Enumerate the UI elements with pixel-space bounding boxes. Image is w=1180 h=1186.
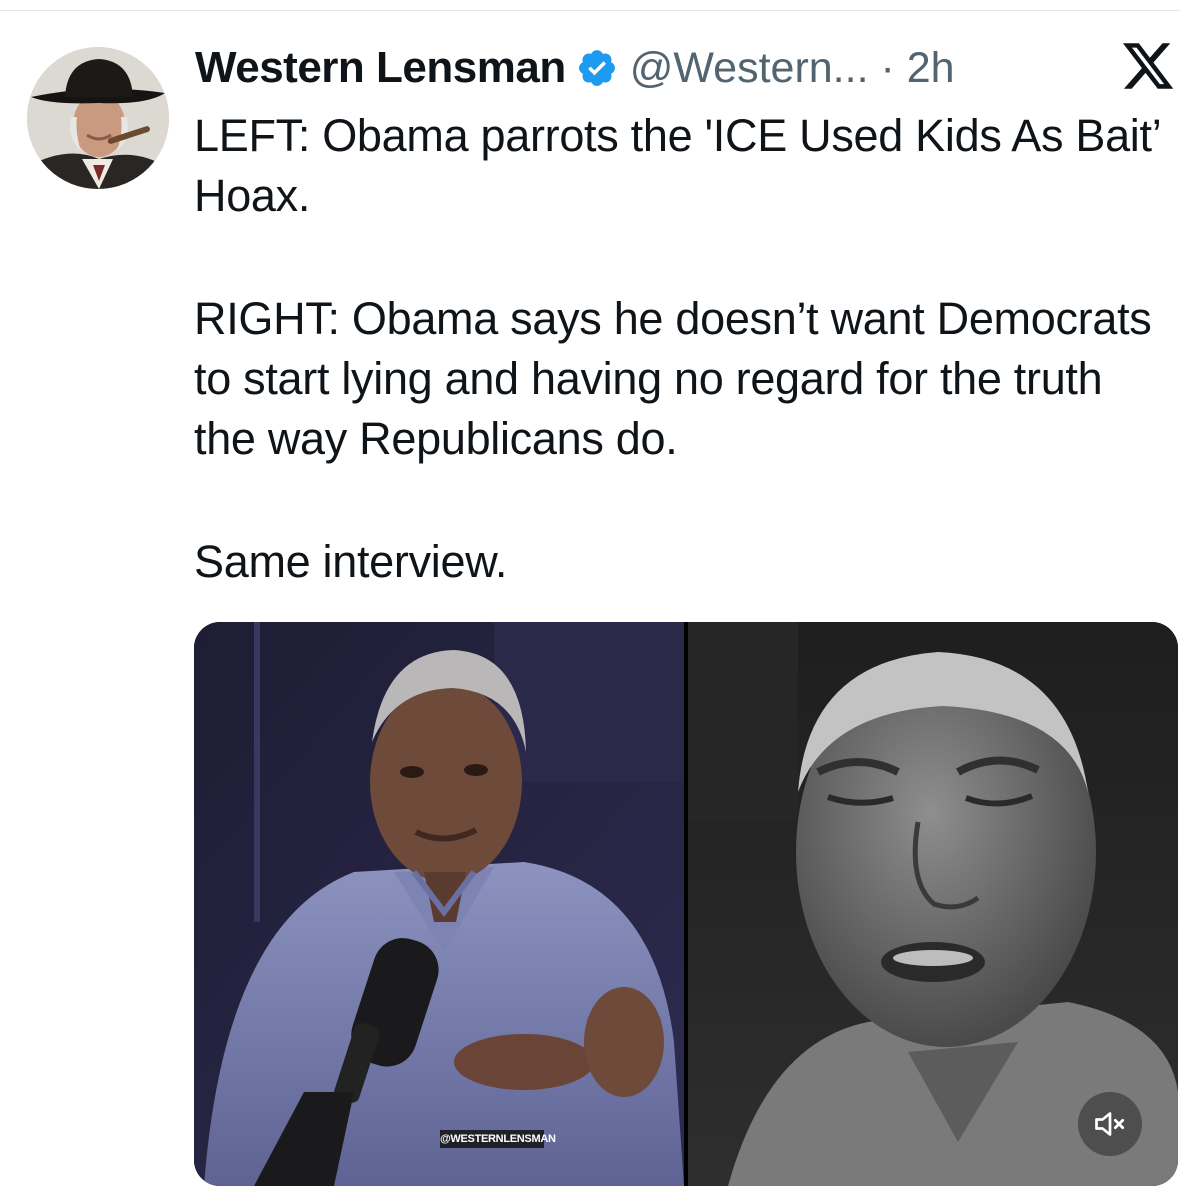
meta-separator: · xyxy=(880,43,895,92)
tweet-paragraph-left: LEFT: Obama parrots the 'ICE Used Kids A… xyxy=(194,110,1160,221)
video-frame-left xyxy=(194,622,684,1186)
author-avatar[interactable] xyxy=(27,47,169,189)
unmute-button[interactable] xyxy=(1078,1092,1142,1156)
tweet-paragraph-closing: Same interview. xyxy=(194,536,508,587)
author-name[interactable]: Western Lensman xyxy=(195,43,566,93)
top-divider xyxy=(0,10,1180,11)
video-watermark: @WESTERNLENSMAN xyxy=(440,1130,556,1148)
x-logo-icon xyxy=(1122,43,1174,89)
author-handle[interactable]: @Western... · 2h xyxy=(630,44,955,93)
speaker-muted-icon xyxy=(1095,1112,1125,1136)
post-time[interactable]: 2h xyxy=(907,44,955,92)
tweet-text: LEFT: Obama parrots the 'ICE Used Kids A… xyxy=(194,106,1174,592)
video-player[interactable] xyxy=(194,622,1178,1186)
tweet-paragraph-right: RIGHT: Obama says he doesn’t want Democr… xyxy=(194,293,1152,464)
verified-badge-icon xyxy=(578,50,615,86)
tweet-header: Western Lensman @Western... · 2h xyxy=(195,38,955,98)
